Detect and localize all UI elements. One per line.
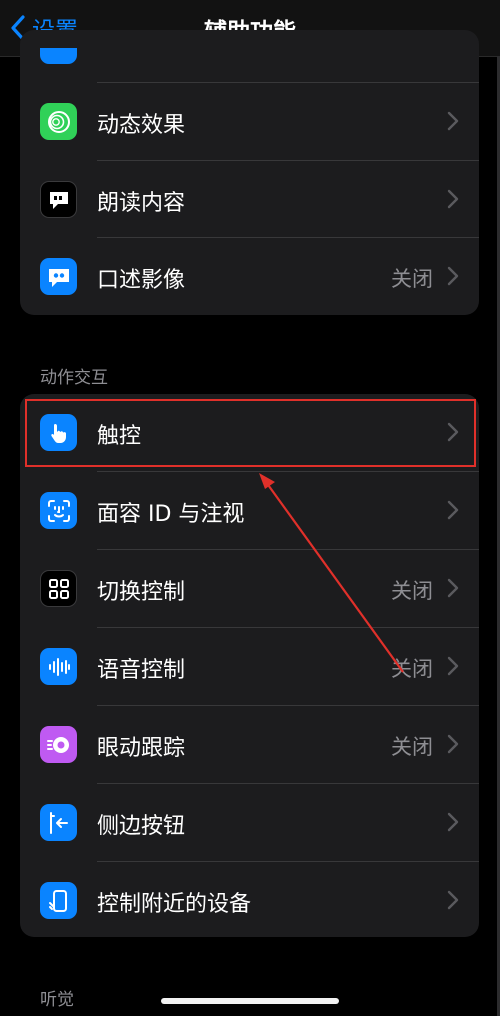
section-header-interaction: 动作交互 — [40, 368, 108, 388]
item-value: 关闭 — [391, 735, 433, 759]
item-label: 语音控制 — [97, 658, 186, 683]
eye-tracking-icon — [40, 726, 77, 763]
chevron-right-icon — [447, 890, 459, 910]
home-indicator[interactable] — [161, 998, 339, 1004]
chevron-right-icon — [447, 422, 459, 442]
nearby-device-icon — [40, 882, 77, 919]
vision-group-card: 动态效果 朗读内容 口述影像 关闭 — [20, 30, 479, 315]
interaction-group-card: 触控 面容 ID 与注视 切换控制 关闭 语音控制 关闭 眼动跟踪 关闭 侧边按… — [20, 394, 479, 937]
list-item-voice-control[interactable]: 语音控制 关闭 — [20, 628, 479, 705]
section-header-hearing: 听觉 — [40, 990, 74, 1010]
item-label: 切换控制 — [97, 580, 186, 605]
chevron-right-icon — [447, 111, 459, 131]
list-item-audio-description[interactable]: 口述影像 关闭 — [20, 238, 479, 315]
item-value: 关闭 — [391, 579, 433, 603]
item-label: 面容 ID 与注视 — [97, 502, 245, 527]
chevron-right-icon — [447, 500, 459, 520]
motion-circles-icon — [40, 103, 77, 140]
waveform-icon — [40, 648, 77, 685]
list-item-motion[interactable]: 动态效果 — [20, 83, 479, 160]
list-item-eye-tracking[interactable]: 眼动跟踪 关闭 — [20, 706, 479, 783]
item-label: 朗读内容 — [97, 191, 186, 216]
grid-squares-icon — [40, 570, 77, 607]
item-label: 眼动跟踪 — [97, 736, 186, 761]
item-label: 侧边按钮 — [97, 814, 186, 839]
chevron-right-icon — [447, 266, 459, 286]
item-value: 关闭 — [391, 267, 433, 291]
item-label: 动态效果 — [97, 113, 186, 138]
chevron-right-icon — [447, 578, 459, 598]
chevron-right-icon — [447, 656, 459, 676]
face-id-icon — [40, 492, 77, 529]
item-label: 控制附近的设备 — [97, 892, 252, 917]
chevron-right-icon — [447, 734, 459, 754]
chevron-right-icon — [447, 189, 459, 209]
list-item-touch[interactable]: 触控 — [20, 394, 479, 471]
item-value: 关闭 — [391, 657, 433, 681]
quote-bubble-icon — [40, 258, 77, 295]
list-item-side-button[interactable]: 侧边按钮 — [20, 784, 479, 861]
list-item-spoken-content[interactable]: 朗读内容 — [20, 161, 479, 238]
side-button-icon — [40, 804, 77, 841]
chevron-right-icon — [447, 812, 459, 832]
item-label: 触控 — [97, 424, 142, 449]
list-item-switch-control[interactable]: 切换控制 关闭 — [20, 550, 479, 627]
item-label: 口述影像 — [97, 268, 186, 293]
partial-item-icon — [40, 48, 77, 64]
hand-point-icon — [40, 414, 77, 451]
list-item-control-nearby-devices[interactable]: 控制附近的设备 — [20, 862, 479, 937]
speech-bubble-icon — [40, 181, 77, 218]
list-item-face-id[interactable]: 面容 ID 与注视 — [20, 472, 479, 549]
